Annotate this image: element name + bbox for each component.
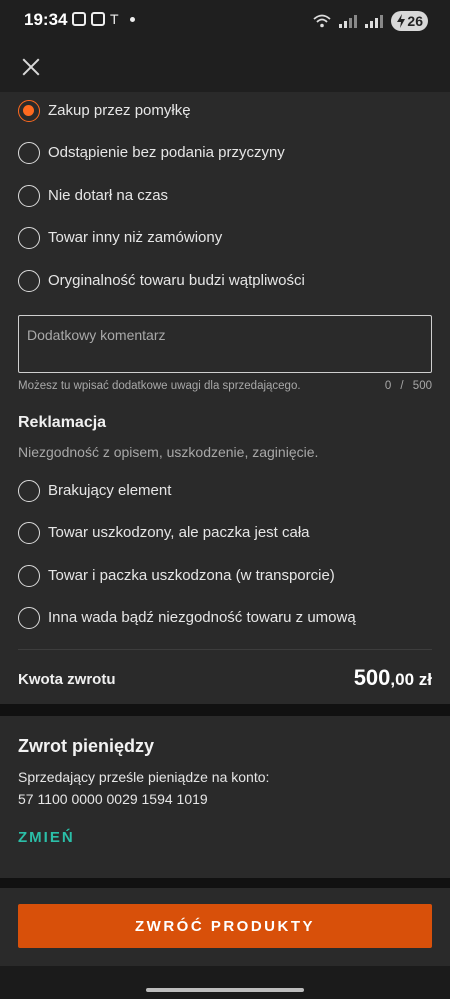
screenshot-icon — [72, 12, 86, 26]
home-gesture-handle[interactable] — [146, 988, 304, 992]
radio-icon[interactable] — [18, 142, 40, 164]
reason-option-late[interactable]: Nie dotarł na czas — [0, 178, 450, 214]
refund-amount-label: Kwota zwrotu — [18, 671, 116, 688]
wifi-icon — [313, 14, 332, 28]
return-products-button[interactable]: ZWRÓĆ PRODUKTY — [18, 904, 432, 948]
navigation-bar — [0, 966, 450, 999]
status-time: 19:34 — [24, 10, 68, 29]
signal-icon — [339, 14, 358, 28]
reason-option-authenticity[interactable]: Oryginalność towaru budzi wątpliwości — [0, 263, 450, 299]
radio-icon[interactable] — [18, 185, 40, 207]
complaint-label: Towar uszkodzony, ale paczka jest cała — [48, 524, 310, 541]
action-bar: ZWRÓĆ PRODUKTY — [0, 888, 450, 966]
more-notifications-icon — [129, 16, 135, 22]
reason-label: Zakup przez pomyłkę — [48, 102, 191, 119]
battery-indicator: 26 — [391, 11, 428, 31]
bolt-icon — [397, 14, 406, 28]
comment-helper-text: Możesz tu wpisać dodatkowe uwagi dla spr… — [18, 380, 301, 392]
complaint-label: Towar i paczka uszkodzona (w transporcie… — [48, 567, 335, 584]
system-icons: 26 — [313, 11, 428, 31]
battery-level: 26 — [407, 13, 423, 29]
bank-account-number: 57 1100 0000 0029 1594 1019 — [18, 791, 208, 807]
signal-icon-2 — [365, 14, 384, 28]
radio-icon[interactable] — [18, 607, 40, 629]
radio-selected-icon[interactable] — [18, 100, 40, 122]
reason-label: Towar inny niż zamówiony — [48, 229, 223, 246]
app-icon — [91, 12, 105, 26]
reason-option-no-reason[interactable]: Odstąpienie bez podania przyczyny — [0, 135, 450, 171]
refund-amount-decimal: ,00 zł — [390, 670, 432, 689]
radio-icon[interactable] — [18, 565, 40, 587]
money-refund-title: Zwrot pieniędzy — [18, 736, 155, 756]
comment-field[interactable] — [18, 315, 432, 373]
return-form-card: Zakup przez pomyłkę Odstąpienie bez poda… — [0, 92, 450, 704]
complaint-option-damaged-item[interactable]: Towar uszkodzony, ale paczka jest cała — [0, 515, 450, 551]
reason-label: Odstąpienie bez podania przyczyny — [48, 144, 285, 161]
refund-amount-main: 500 — [353, 665, 391, 690]
status-bar: 19:34 T 26 — [0, 0, 450, 42]
radio-icon[interactable] — [18, 480, 40, 502]
reason-option-different[interactable]: Towar inny niż zamówiony — [0, 220, 450, 256]
complaint-option-damaged-transport[interactable]: Towar i paczka uszkodzona (w transporcie… — [0, 558, 450, 594]
comment-char-counter: 0 / 500 — [384, 380, 432, 392]
change-account-link[interactable]: ZMIEŃ — [18, 829, 75, 846]
complaint-option-missing[interactable]: Brakujący element — [0, 473, 450, 509]
reason-option-mistake[interactable]: Zakup przez pomyłkę — [0, 93, 450, 129]
reason-label: Nie dotarł na czas — [48, 187, 169, 204]
radio-icon[interactable] — [18, 270, 40, 292]
complaint-subtitle: Niezgodność z opisem, uszkodzenie, zagin… — [18, 444, 319, 460]
radio-icon[interactable] — [18, 522, 40, 544]
refund-amount-value: 500,00 zł — [354, 665, 432, 691]
complaint-label: Brakujący element — [48, 482, 172, 499]
radio-icon[interactable] — [18, 227, 40, 249]
complaint-label: Inna wada bądź niezgodność towaru z umow… — [48, 609, 356, 626]
money-refund-card: Zwrot pieniędzy Sprzedający prześle pien… — [0, 716, 450, 878]
notification-icons: T — [72, 12, 135, 26]
reason-label: Oryginalność towaru budzi wątpliwości — [48, 272, 305, 289]
comment-input[interactable] — [19, 316, 431, 372]
close-icon[interactable] — [18, 54, 44, 80]
money-refund-info: Sprzedający prześle pieniądze na konto: — [18, 769, 270, 785]
complaint-title: Reklamacja — [18, 414, 107, 431]
complaint-option-other-defect[interactable]: Inna wada bądź niezgodność towaru z umow… — [0, 600, 450, 636]
divider — [18, 649, 432, 650]
top-bar — [0, 42, 450, 92]
tesla-icon: T — [110, 11, 119, 27]
